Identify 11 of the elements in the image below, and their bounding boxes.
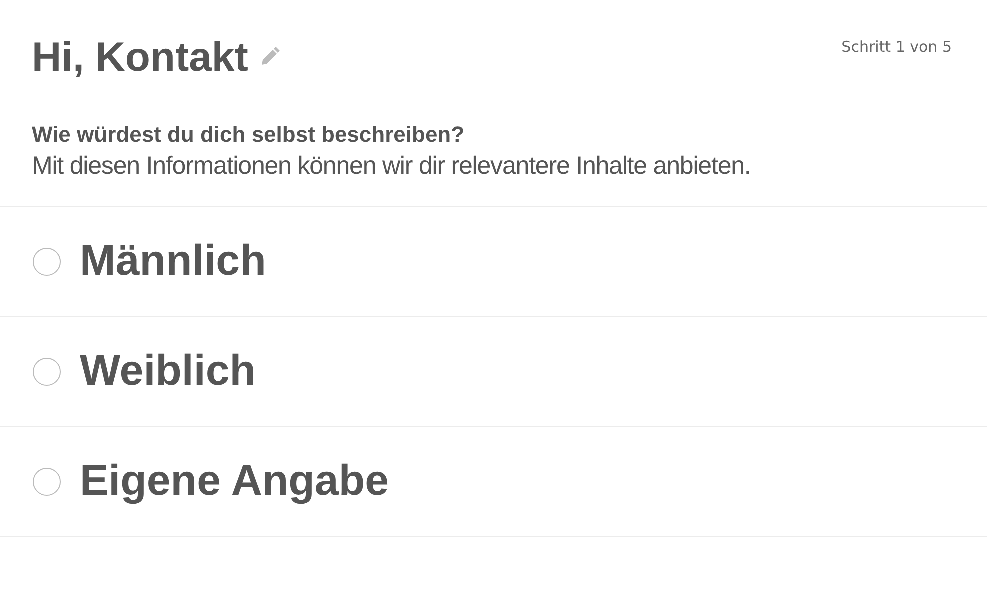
radio-button[interactable] bbox=[33, 468, 61, 496]
question-title: Wie würdest du dich selbst beschreiben? bbox=[32, 122, 466, 148]
option-label[interactable]: Eigene Angabe bbox=[80, 457, 390, 506]
step-indicator: Schritt 1 von 5 bbox=[842, 38, 952, 56]
pencil-icon[interactable] bbox=[260, 47, 280, 67]
greeting-title: Hi, Kontakt bbox=[32, 33, 248, 82]
option-label[interactable]: Männlich bbox=[80, 237, 266, 286]
radio-button[interactable] bbox=[33, 248, 61, 276]
question-description: Mit diesen Informationen können wir dir relevantere Inhalte anbieten. bbox=[32, 151, 752, 182]
radio-button[interactable] bbox=[33, 358, 61, 386]
option-label[interactable]: Weiblich bbox=[80, 347, 256, 396]
